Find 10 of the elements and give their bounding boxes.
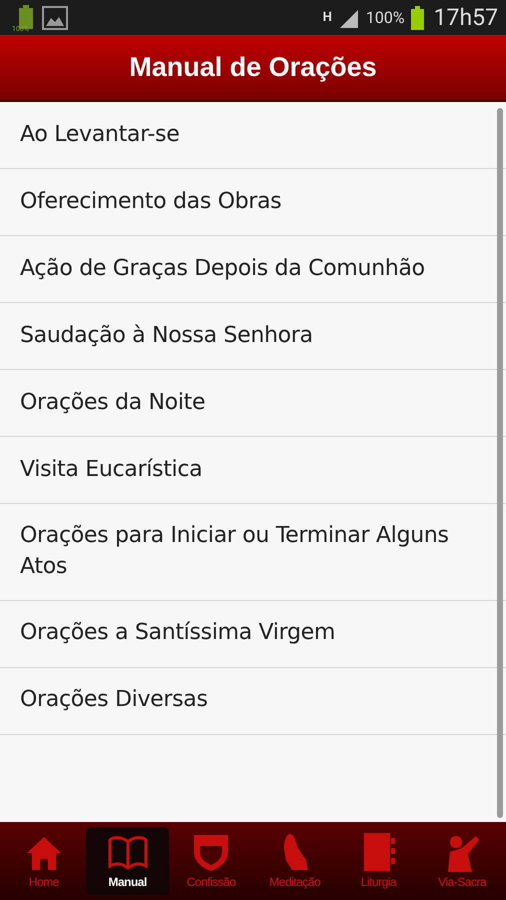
open-book-icon — [106, 834, 148, 872]
signal-icon — [338, 8, 360, 28]
image-icon — [42, 6, 68, 30]
clock: 17h57 — [434, 4, 498, 31]
nav-tab[interactable]: Manual — [86, 827, 170, 895]
network-type: H — [322, 11, 332, 24]
battery-icon — [410, 6, 424, 30]
battery-percent: 100% — [366, 8, 405, 27]
house-icon — [24, 834, 63, 872]
header-title: Manual de Orações — [129, 52, 377, 83]
